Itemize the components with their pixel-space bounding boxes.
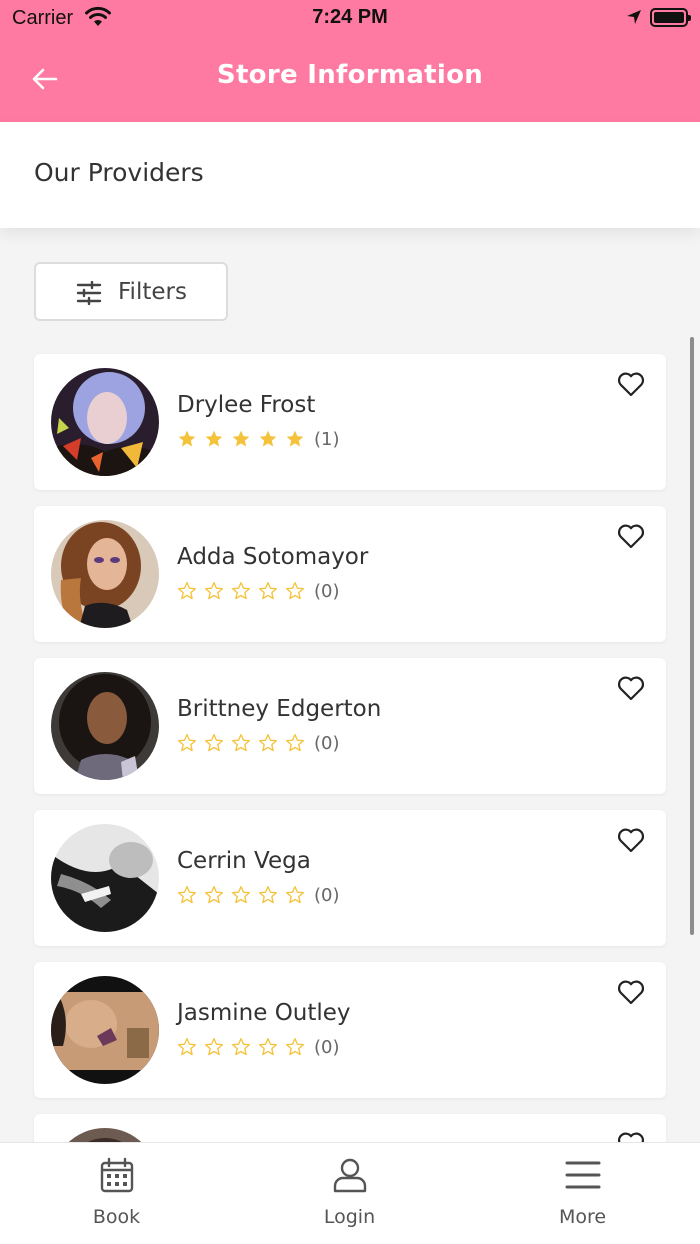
review-count: (1) — [314, 428, 340, 450]
scrollbar[interactable] — [690, 337, 694, 935]
avatar — [51, 520, 159, 628]
heart-icon[interactable] — [616, 370, 646, 398]
sliders-icon — [76, 281, 102, 305]
star-outline-icon — [232, 582, 250, 600]
tab-label: More — [558, 1206, 607, 1228]
star-filled-icon — [286, 430, 304, 447]
star-rating: (0) — [177, 884, 340, 906]
star-outline-icon — [286, 886, 304, 904]
menu-icon — [565, 1161, 600, 1189]
heart-icon[interactable] — [616, 826, 646, 854]
user-icon — [333, 1158, 366, 1193]
star-outline-icon — [205, 582, 223, 600]
star-outline-icon — [178, 886, 196, 904]
location-arrow-icon — [627, 10, 641, 24]
star-rating: (0) — [177, 732, 340, 754]
heart-icon[interactable] — [616, 522, 646, 550]
calendar-icon — [100, 1157, 133, 1193]
provider-card[interactable]: Brittney Edgerton (0) — [34, 658, 666, 794]
provider-name: Drylee Frost — [177, 392, 316, 418]
page-title: Store Information — [216, 60, 484, 90]
star-outline-icon — [286, 734, 304, 752]
star-outline-icon — [205, 886, 223, 904]
provider-name: Cerrin Vega — [177, 848, 311, 874]
star-outline-icon — [259, 582, 277, 600]
provider-card[interactable]: Jasmine Outley (0) — [34, 962, 666, 1098]
star-outline-icon — [178, 582, 196, 600]
battery-icon — [650, 8, 691, 27]
provider-name: Jasmine Outley — [177, 1000, 351, 1026]
provider-card[interactable]: Drylee Frost (1) — [34, 354, 666, 490]
tab-label: Book — [92, 1206, 141, 1228]
star-outline-icon — [259, 734, 277, 752]
avatar — [51, 368, 159, 476]
star-outline-icon — [259, 886, 277, 904]
tab-more[interactable]: More — [466, 1143, 699, 1244]
review-count: (0) — [314, 1036, 340, 1058]
filters-button[interactable]: Filters — [34, 262, 228, 321]
avatar — [51, 976, 159, 1084]
tab-label: Login — [323, 1206, 376, 1228]
star-outline-icon — [232, 1038, 250, 1056]
tab-login[interactable]: Login — [233, 1143, 466, 1244]
star-filled-icon — [178, 430, 196, 447]
provider-name: Brittney Edgerton — [177, 696, 382, 722]
tab-book[interactable]: Book — [0, 1143, 233, 1244]
star-outline-icon — [178, 734, 196, 752]
heart-icon[interactable] — [616, 978, 646, 1006]
status-time: 7:24 PM — [312, 6, 388, 28]
section-header: Our Providers — [0, 122, 700, 228]
star-filled-icon — [259, 430, 277, 447]
heart-icon[interactable] — [616, 674, 646, 702]
avatar — [51, 672, 159, 780]
review-count: (0) — [314, 580, 340, 602]
star-filled-icon — [205, 430, 223, 447]
star-outline-icon — [178, 1038, 196, 1056]
provider-card[interactable]: Cerrin Vega (0) — [34, 810, 666, 946]
star-outline-icon — [286, 1038, 304, 1056]
provider-name: Adda Sotomayor — [177, 544, 369, 570]
star-rating: (1) — [177, 428, 340, 450]
app-bar: Store Information — [0, 36, 700, 122]
review-count: (0) — [314, 732, 340, 754]
star-outline-icon — [286, 582, 304, 600]
star-filled-icon — [232, 430, 250, 447]
star-outline-icon — [232, 734, 250, 752]
star-outline-icon — [205, 734, 223, 752]
star-outline-icon — [232, 886, 250, 904]
provider-card[interactable]: Adda Sotomayor (0) — [34, 506, 666, 642]
filters-label: Filters — [118, 279, 187, 305]
star-outline-icon — [205, 1038, 223, 1056]
star-rating: (0) — [177, 580, 340, 602]
star-outline-icon — [259, 1038, 277, 1056]
tab-bar: Book Login More — [0, 1142, 700, 1244]
status-bar: Carrier 7:24 PM — [0, 0, 700, 36]
star-rating: (0) — [177, 1036, 340, 1058]
avatar — [51, 824, 159, 932]
review-count: (0) — [314, 884, 340, 906]
section-title: Our Providers — [34, 158, 204, 187]
